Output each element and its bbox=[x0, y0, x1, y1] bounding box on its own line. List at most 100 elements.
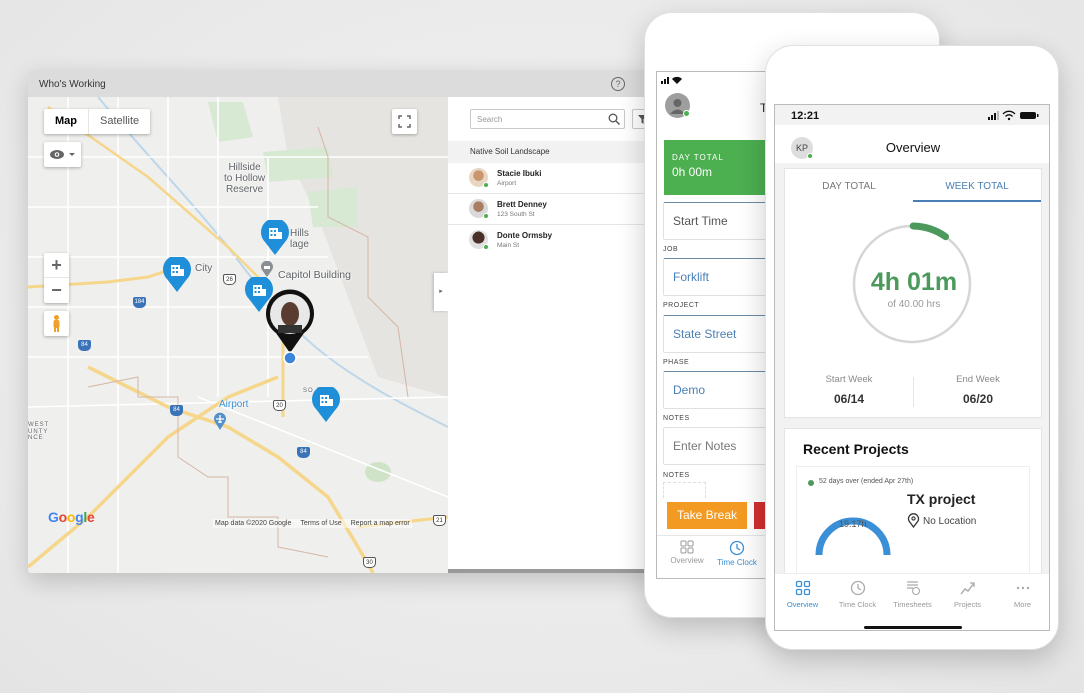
fullscreen-icon bbox=[398, 115, 411, 128]
help-icon[interactable]: ? bbox=[611, 77, 625, 91]
tab-week-total[interactable]: WEEK TOTAL bbox=[913, 181, 1041, 202]
map-attribution: Map data ©2020 Google Terms of Use Repor… bbox=[213, 519, 412, 528]
grid-icon bbox=[680, 540, 694, 554]
terms-of-use-link[interactable]: Terms of Use bbox=[300, 520, 341, 527]
chevron-down-icon bbox=[69, 153, 75, 156]
fullscreen-button[interactable] bbox=[392, 109, 417, 134]
zoom-in-button[interactable]: + bbox=[44, 253, 69, 278]
phase-label: PHASE bbox=[663, 359, 690, 366]
job-label: JOB bbox=[663, 246, 679, 253]
highway-shield: 84 bbox=[297, 447, 310, 458]
project-card[interactable]: 52 days over (ended Apr 27th) 19.17h TX … bbox=[796, 466, 1030, 586]
notes-label: NOTES bbox=[663, 415, 690, 422]
scrollbar-track[interactable] bbox=[448, 569, 658, 573]
project-status-dot bbox=[808, 480, 814, 486]
more-dots-icon bbox=[1016, 586, 1029, 590]
start-week-label: Start Week bbox=[825, 374, 873, 385]
google-logo-letter: o bbox=[66, 509, 76, 525]
employee-sidebar: Search Native Soil Landscape Stacie Ibuk… bbox=[448, 97, 658, 573]
highway-shield: 26 bbox=[223, 274, 236, 285]
map-label-capitol: Capitol Building bbox=[278, 269, 351, 281]
take-break-button[interactable]: Take Break bbox=[667, 502, 747, 529]
signal-wifi-icon bbox=[661, 76, 682, 84]
highway-shield: 21 bbox=[433, 515, 446, 526]
online-status-dot bbox=[483, 244, 489, 250]
job-site-marker[interactable] bbox=[162, 257, 192, 293]
tab-label: Projects bbox=[953, 600, 982, 609]
employee-location: Main St bbox=[497, 242, 520, 249]
map-label-city: City bbox=[195, 263, 213, 274]
search-placeholder: Search bbox=[477, 115, 503, 124]
employee-location: 123 South St bbox=[497, 211, 535, 218]
search-icon[interactable] bbox=[608, 113, 620, 125]
street-view-button[interactable] bbox=[44, 311, 69, 336]
day-total-label: DAY TOTAL bbox=[672, 153, 724, 162]
highway-shield: 184 bbox=[133, 297, 146, 308]
highway-shield: 84 bbox=[170, 405, 183, 416]
map-label-airport: Airport bbox=[219, 399, 249, 410]
tab-overview[interactable]: Overview bbox=[775, 580, 830, 609]
timesheet-icon bbox=[906, 581, 920, 596]
tab-label: Timesheets bbox=[893, 600, 932, 609]
tab-day-total[interactable]: DAY TOTAL bbox=[785, 181, 913, 200]
tab-projects[interactable]: Projects bbox=[940, 580, 995, 609]
highway-shield: 20 bbox=[273, 400, 286, 411]
clock-icon bbox=[850, 580, 865, 596]
day-total-value: 0h 00m bbox=[672, 165, 713, 179]
report-map-error-link[interactable]: Report a map error bbox=[351, 520, 410, 527]
hours-card: DAY TOTAL WEEK TOTAL 4h 01m of 40.00 hrs… bbox=[784, 168, 1042, 418]
tab-label: Time Clock bbox=[717, 558, 757, 567]
window-title: Who's Working bbox=[39, 79, 106, 90]
employee-row[interactable]: Stacie Ibuki Airport ⋮ bbox=[448, 163, 658, 194]
home-indicator[interactable] bbox=[864, 626, 962, 629]
tab-label: Overview bbox=[670, 556, 704, 565]
search-input[interactable]: Search bbox=[470, 109, 625, 129]
map-type-satellite-button[interactable]: Satellite bbox=[89, 109, 150, 134]
employee-name: Donte Ormsby bbox=[497, 231, 553, 240]
progress-arc bbox=[909, 222, 950, 241]
grid-icon bbox=[795, 580, 810, 596]
google-logo-letter: e bbox=[86, 509, 95, 525]
employee-location-pin[interactable] bbox=[264, 289, 316, 355]
collapse-panel-button[interactable]: ▸ bbox=[434, 273, 448, 311]
tab-time-clock[interactable]: Time Clock bbox=[707, 540, 767, 567]
end-week-label: End Week bbox=[956, 374, 1000, 385]
employee-row[interactable]: Donte Ormsby Main St ⋮ bbox=[448, 225, 658, 256]
project-label: PROJECT bbox=[663, 302, 700, 309]
group-header: Native Soil Landscape bbox=[448, 141, 658, 163]
map-type-toggle: Map Satellite bbox=[44, 109, 151, 134]
zoom-out-button[interactable]: − bbox=[44, 278, 69, 303]
tab-time-clock[interactable]: Time Clock bbox=[830, 580, 885, 609]
building-icon bbox=[320, 395, 329, 406]
project-status: 52 days over (ended Apr 27th) bbox=[819, 478, 914, 485]
job-site-marker[interactable] bbox=[260, 220, 290, 256]
employee-position-dot[interactable] bbox=[283, 351, 297, 365]
notes-attachment-box[interactable] bbox=[663, 482, 706, 498]
map-type-map-button[interactable]: Map bbox=[44, 109, 89, 134]
employee-row[interactable]: Brett Denney 123 South St ⋮ bbox=[448, 194, 658, 225]
online-status-dot bbox=[483, 213, 489, 219]
building-icon bbox=[253, 285, 262, 296]
tab-label: Overview bbox=[786, 600, 819, 609]
project-hours: 19.17h bbox=[839, 519, 867, 529]
map-view[interactable]: Map Satellite + − Hillside to Hollow Res… bbox=[28, 97, 448, 573]
marketing-stage: Who's Working ? Map Satellite + − Hillsi… bbox=[0, 0, 1084, 693]
map-label-hills: Hills lage bbox=[290, 228, 309, 250]
eye-icon bbox=[50, 150, 75, 159]
capitol-poi-icon[interactable] bbox=[260, 261, 274, 277]
week-hours-value: 4h 01m bbox=[870, 268, 958, 296]
building-icon bbox=[269, 228, 278, 239]
window-titlebar: Who's Working ? bbox=[28, 70, 658, 97]
status-icons bbox=[988, 110, 1039, 121]
pegman-icon bbox=[53, 315, 60, 332]
visibility-dropdown[interactable] bbox=[44, 142, 81, 167]
tab-more[interactable]: More bbox=[995, 580, 1049, 609]
tab-timesheets[interactable]: Timesheets bbox=[885, 580, 940, 609]
status-time: 12:21 bbox=[791, 110, 820, 122]
phone-overview: 12:21 KP Overview DAY TOTAL WEEK TOTAL 4… bbox=[765, 45, 1059, 650]
highway-shield: 84 bbox=[78, 340, 91, 351]
airport-poi-icon[interactable] bbox=[213, 412, 227, 430]
job-site-marker[interactable] bbox=[311, 387, 341, 423]
start-week-value: 06/14 bbox=[833, 392, 865, 406]
project-name: TX project bbox=[907, 491, 976, 507]
